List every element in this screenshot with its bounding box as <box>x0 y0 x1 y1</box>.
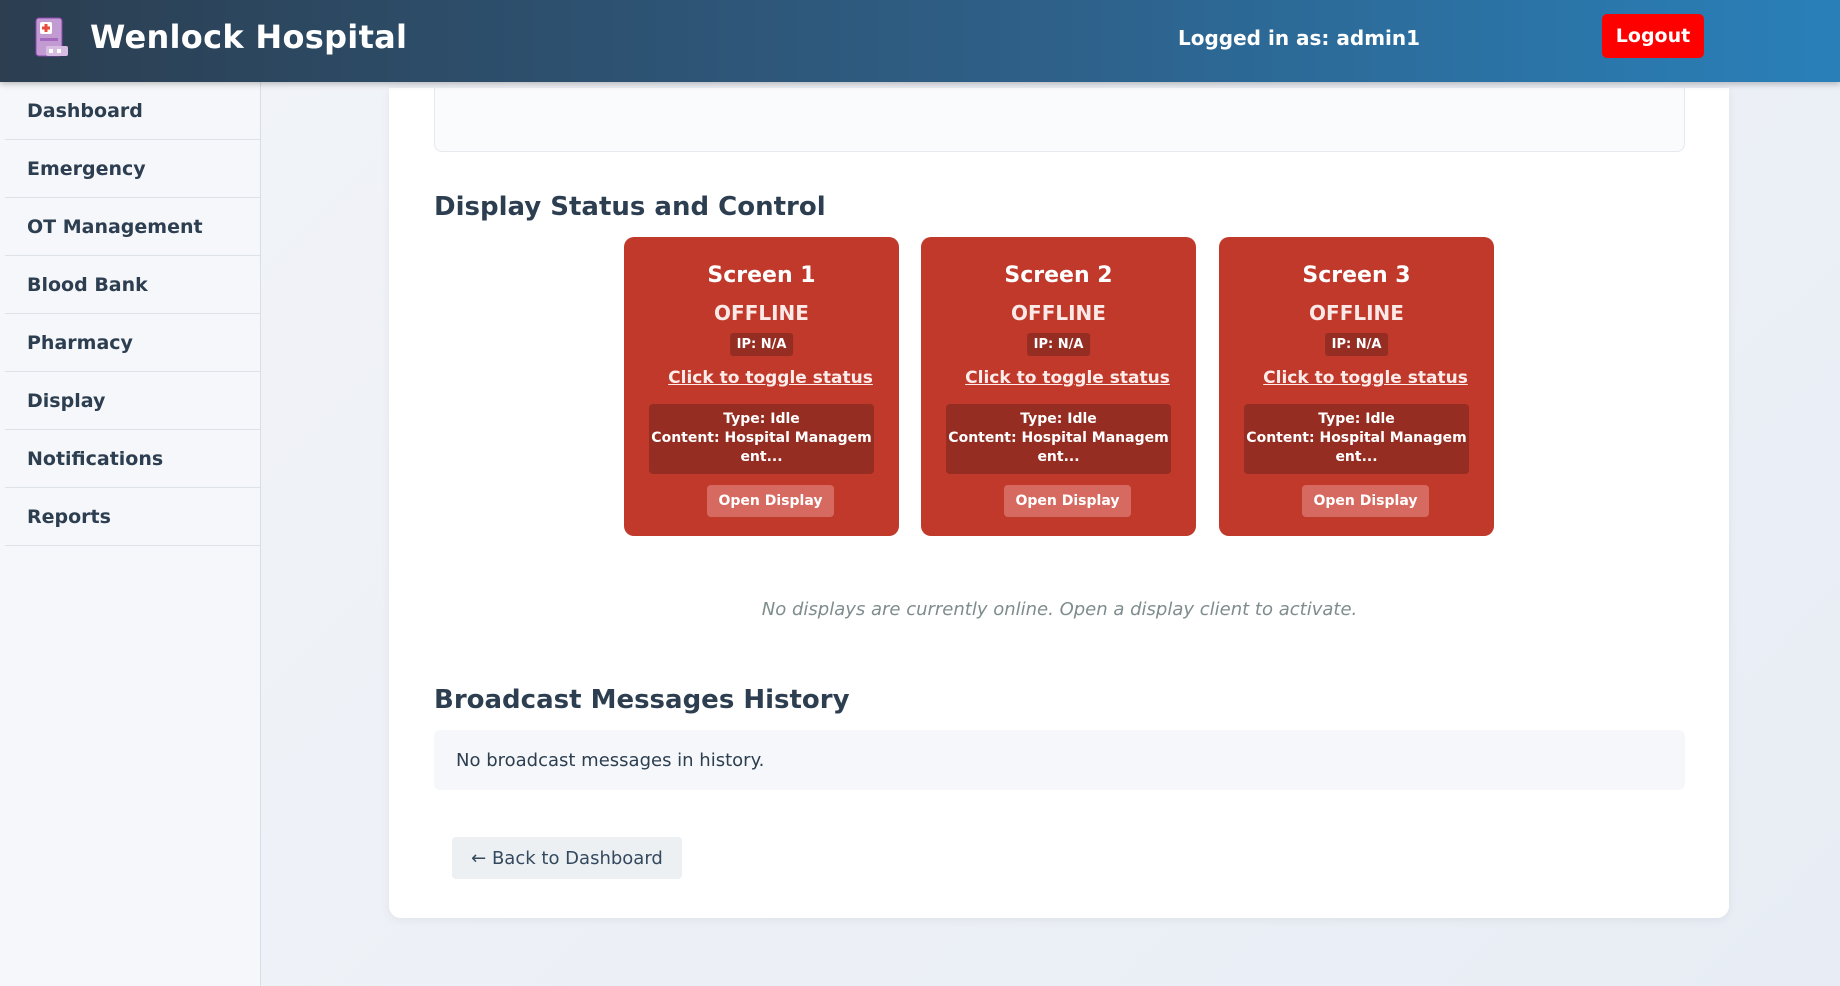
screen-content-cont: ent... <box>740 449 783 465</box>
screen-name: Screen 3 <box>1302 263 1411 288</box>
broadcast-history-empty: No broadcast messages in history. <box>434 730 1685 790</box>
sidebar: Dashboard Emergency OT Management Blood … <box>0 82 261 986</box>
screen-status: OFFLINE <box>714 301 809 325</box>
open-display-button[interactable]: Open Display <box>1003 485 1132 517</box>
broadcast-history-title: Broadcast Messages History <box>434 685 850 715</box>
ip-badge: IP: N/A <box>729 333 794 356</box>
no-displays-online-note: No displays are currently online. Open a… <box>761 599 1358 620</box>
screen-content-cont: ent... <box>1335 449 1378 465</box>
sidebar-item-notifications[interactable]: Notifications <box>5 430 260 488</box>
toggle-status-link[interactable]: Click to toggle status <box>1219 368 1494 388</box>
toggle-status-link[interactable]: Click to toggle status <box>624 368 899 388</box>
screen-content: Content: Hospital Managem <box>1246 430 1467 446</box>
display-status-title: Display Status and Control <box>434 192 826 222</box>
sidebar-item-pharmacy[interactable]: Pharmacy <box>5 314 260 372</box>
app-header: Wenlock Hospital Logged in as: admin1 Lo… <box>0 0 1840 82</box>
sidebar-item-ot-management[interactable]: OT Management <box>5 198 260 256</box>
screen-card: Screen 3 OFFLINE IP: N/A Click to toggle… <box>1219 237 1494 536</box>
sidebar-item-blood-bank[interactable]: Blood Bank <box>5 256 260 314</box>
screen-info-box: Type: Idle Content: Hospital Managem ent… <box>649 404 874 474</box>
ip-badge: IP: N/A <box>1324 333 1389 356</box>
sidebar-item-display[interactable]: Display <box>5 372 260 430</box>
screen-status: OFFLINE <box>1011 301 1106 325</box>
logged-in-user-label: Logged in as: admin1 <box>1178 26 1421 50</box>
screen-content-cont: ent... <box>1037 449 1080 465</box>
screen-status: OFFLINE <box>1309 301 1404 325</box>
logout-button[interactable]: Logout <box>1602 14 1704 58</box>
screen-info-box: Type: Idle Content: Hospital Managem ent… <box>1244 404 1469 474</box>
screen-name: Screen 1 <box>707 263 816 288</box>
screen-card: Screen 1 OFFLINE IP: N/A Click to toggle… <box>624 237 899 536</box>
hospital-logo-icon <box>35 17 68 57</box>
open-display-button[interactable]: Open Display <box>1301 485 1430 517</box>
screen-info-box: Type: Idle Content: Hospital Managem ent… <box>946 404 1171 474</box>
app-title: Wenlock Hospital <box>90 18 408 56</box>
ip-badge: IP: N/A <box>1026 333 1091 356</box>
toggle-status-link[interactable]: Click to toggle status <box>921 368 1196 388</box>
screen-type: Type: Idle <box>723 411 800 427</box>
previous-section-panel <box>434 88 1685 152</box>
sidebar-item-emergency[interactable]: Emergency <box>5 140 260 198</box>
screen-card: Screen 2 OFFLINE IP: N/A Click to toggle… <box>921 237 1196 536</box>
open-display-button[interactable]: Open Display <box>706 485 835 517</box>
sidebar-item-reports[interactable]: Reports <box>5 488 260 546</box>
back-to-dashboard-button[interactable]: ← Back to Dashboard <box>452 837 682 879</box>
sidebar-item-dashboard[interactable]: Dashboard <box>5 82 260 140</box>
screen-type: Type: Idle <box>1318 411 1395 427</box>
screen-content: Content: Hospital Managem <box>651 430 872 446</box>
screen-type: Type: Idle <box>1020 411 1097 427</box>
screen-name: Screen 2 <box>1004 263 1113 288</box>
screen-content: Content: Hospital Managem <box>948 430 1169 446</box>
